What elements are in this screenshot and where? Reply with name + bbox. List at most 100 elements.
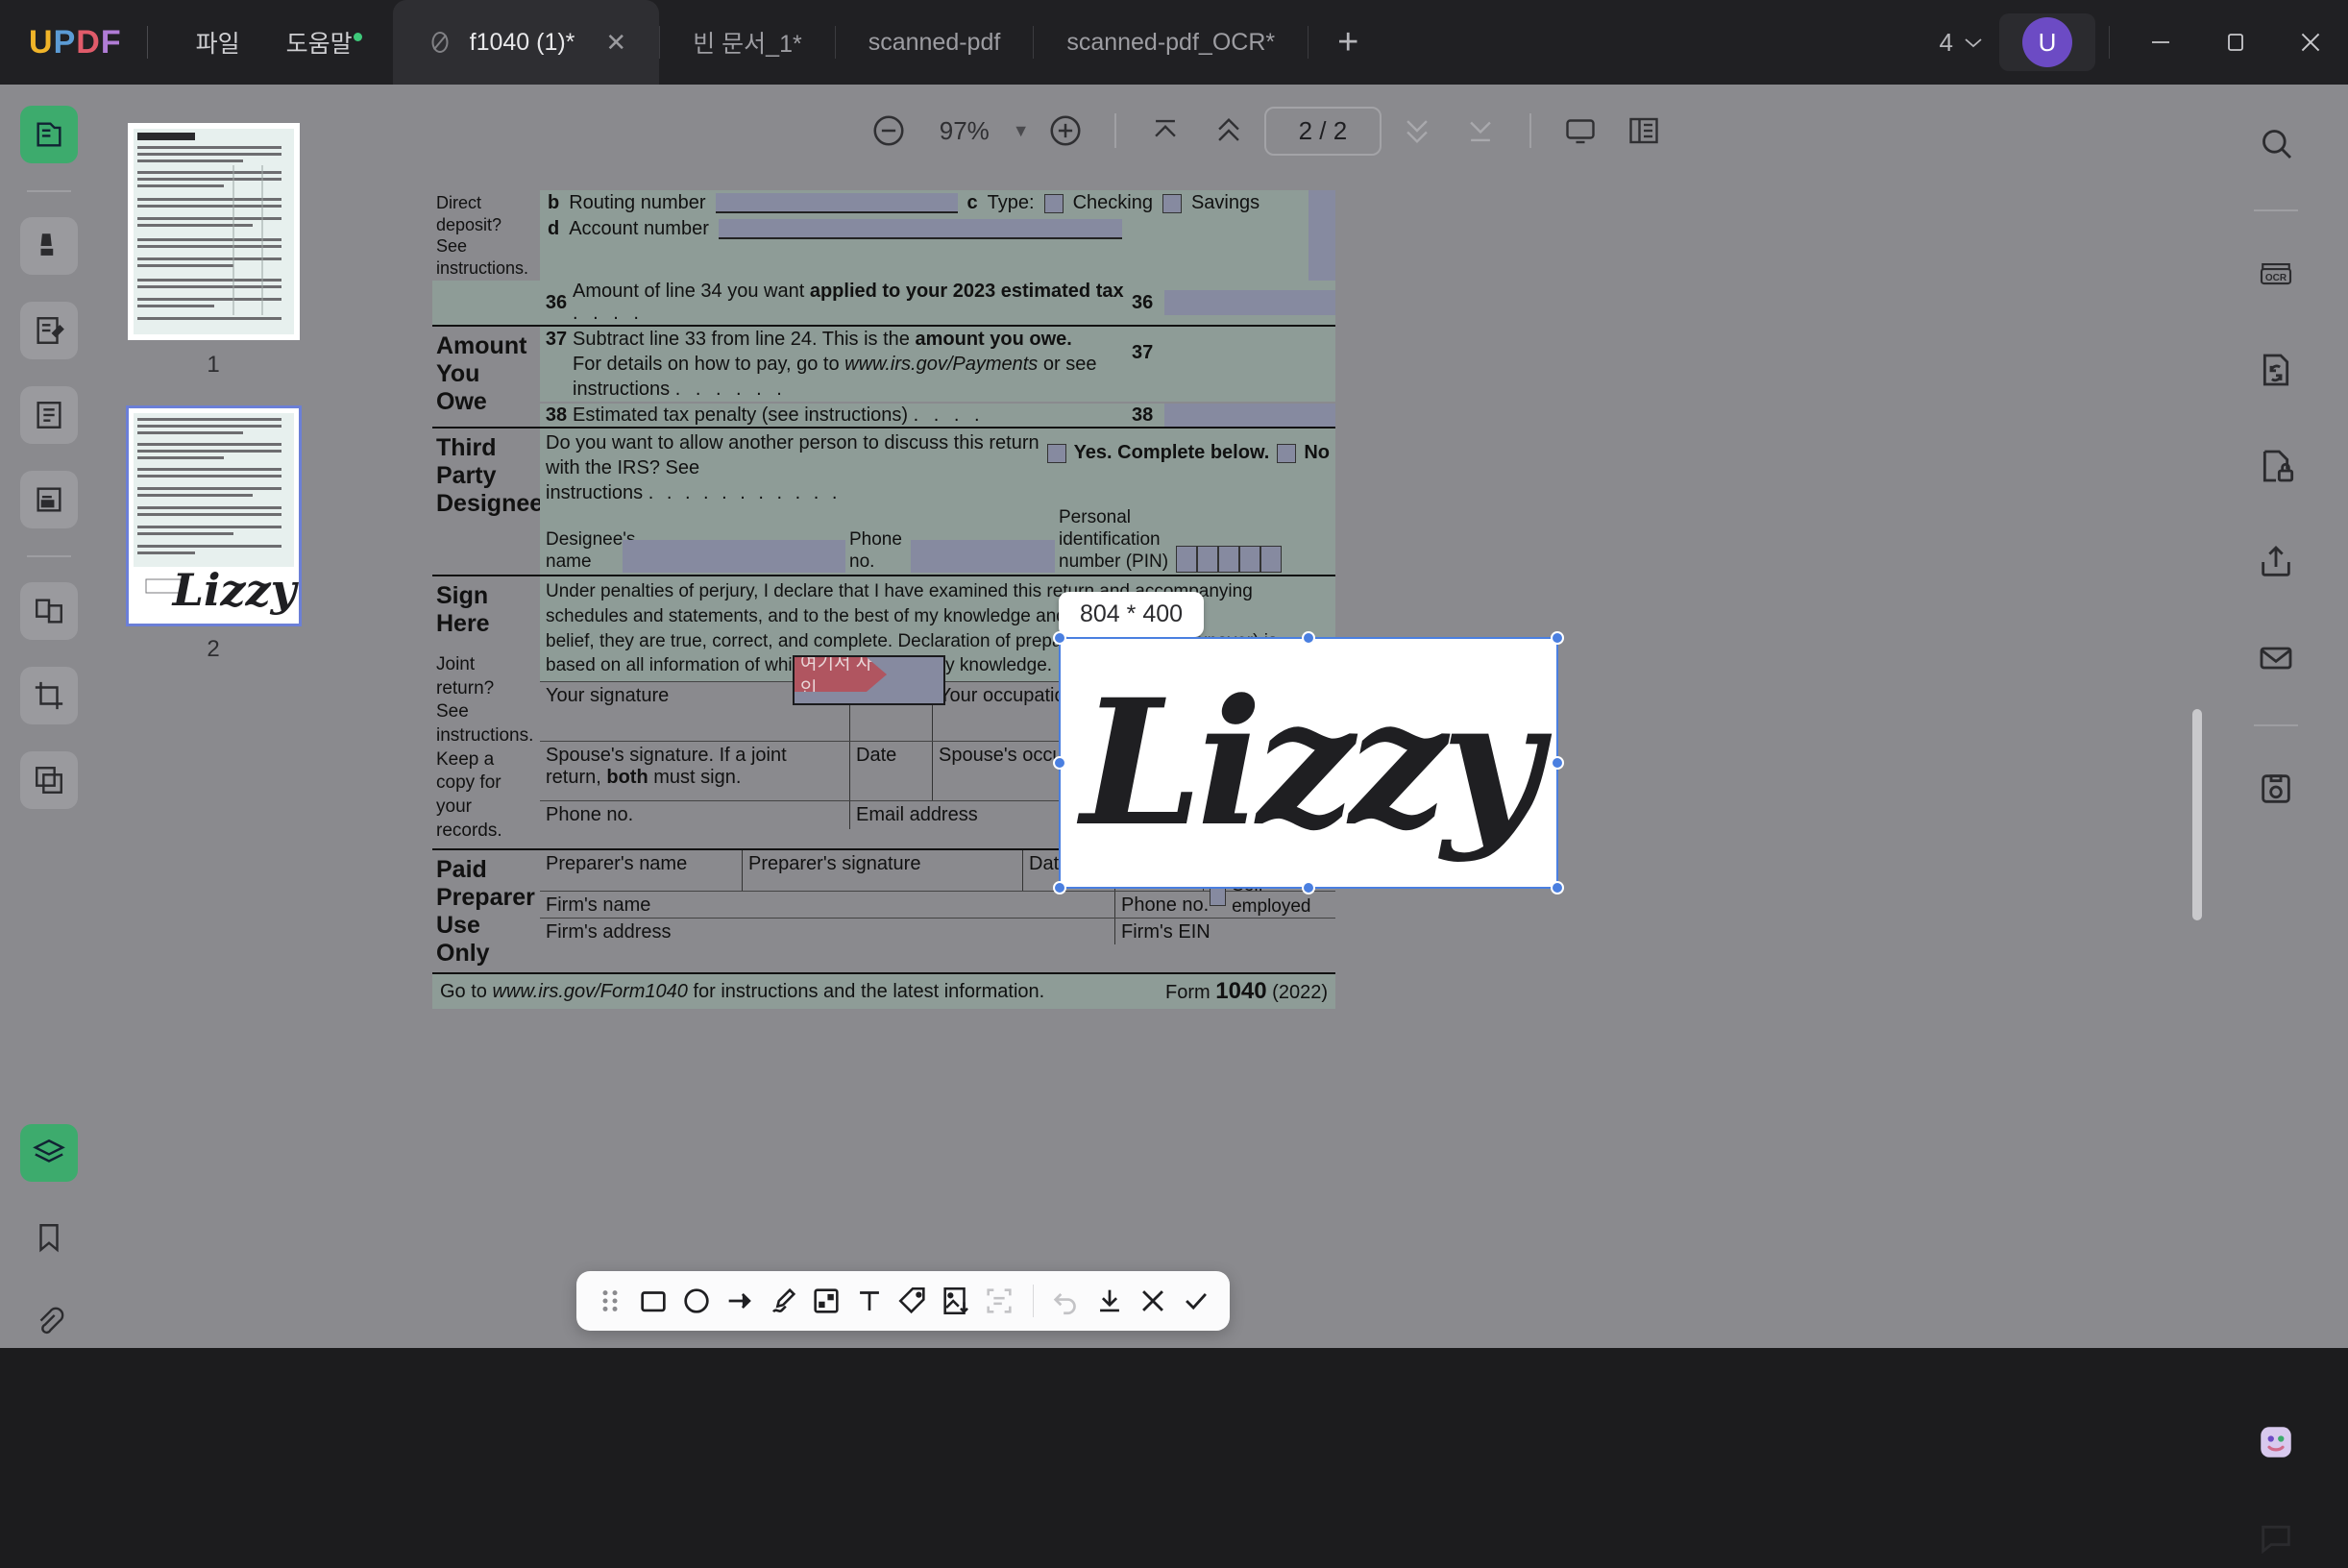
vertical-scrollbar[interactable] <box>2192 709 2202 920</box>
ai-assistant-icon[interactable] <box>2246 1412 2306 1472</box>
sidebar-item-layers[interactable] <box>20 1124 78 1182</box>
firm-name-field[interactable]: Firm's name <box>540 892 1114 918</box>
irs-form1040-link[interactable]: www.irs.gov/Form1040 <box>492 981 687 1002</box>
tab-close-icon[interactable]: ✕ <box>605 28 626 58</box>
comment-icon[interactable] <box>2246 1508 2306 1568</box>
arrow-icon[interactable] <box>720 1274 759 1328</box>
ocr-scan-icon[interactable] <box>980 1274 1019 1328</box>
thumbnail-page-2[interactable]: Lizzy <box>125 405 302 626</box>
pdf-file-icon <box>426 28 454 57</box>
firm-phone-field[interactable]: Phone no. <box>1114 892 1335 919</box>
sidebar-item-edit[interactable] <box>20 302 78 359</box>
share-icon[interactable] <box>2246 532 2306 592</box>
first-page-icon[interactable] <box>1137 103 1193 159</box>
zoom-in-icon[interactable] <box>1038 103 1093 159</box>
savings-label: Savings <box>1190 192 1260 213</box>
tab-count-dropdown[interactable]: 4 <box>1924 28 1999 58</box>
savings-checkbox[interactable] <box>1162 193 1182 213</box>
zoom-level-label[interactable]: 97% <box>924 116 1005 146</box>
third-party-yes-checkbox[interactable] <box>1046 443 1066 463</box>
signature-object[interactable]: Lizzy <box>1053 631 1564 894</box>
last-page-icon[interactable] <box>1453 103 1508 159</box>
rectangle-icon[interactable] <box>633 1274 673 1328</box>
taxpayer-phone-field[interactable]: Phone no. <box>540 801 849 829</box>
resize-handle-top-left[interactable] <box>1053 631 1066 645</box>
firm-ein-field[interactable]: Firm's EIN <box>1114 919 1335 945</box>
tag-icon[interactable] <box>893 1274 933 1328</box>
search-icon[interactable] <box>2246 113 2306 173</box>
firm-address-field[interactable]: Firm's address <box>540 919 1114 944</box>
signature-pen-icon[interactable] <box>763 1274 802 1328</box>
zoom-out-icon[interactable] <box>861 103 917 159</box>
sidebar-item-attachment[interactable] <box>20 1293 78 1351</box>
irs-payments-link[interactable]: www.irs.gov/Payments <box>844 354 1038 375</box>
confirm-icon[interactable] <box>1177 1274 1216 1328</box>
minimize-icon[interactable] <box>2123 0 2198 85</box>
designee-name-field[interactable] <box>623 540 845 574</box>
snapshot-icon[interactable] <box>2246 759 2306 819</box>
email-icon[interactable] <box>2246 628 2306 688</box>
designee-pin-field[interactable] <box>1176 546 1282 574</box>
menu-help[interactable]: 도움말 <box>263 25 376 60</box>
convert-icon[interactable] <box>2246 340 2306 400</box>
resize-handle-top-center[interactable] <box>1302 631 1315 645</box>
thumbnail-page-1[interactable] <box>125 121 302 342</box>
close-icon[interactable] <box>2273 0 2348 85</box>
resize-handle-middle-right[interactable] <box>1551 756 1564 770</box>
line-36-amount-field[interactable] <box>1164 290 1309 315</box>
routing-number-field[interactable] <box>715 193 958 213</box>
menu-file[interactable]: 파일 <box>173 25 263 60</box>
drag-handle-icon[interactable] <box>590 1274 629 1328</box>
previous-page-icon[interactable] <box>1201 103 1257 159</box>
checking-checkbox[interactable] <box>1043 193 1064 213</box>
sidebar-item-crop[interactable] <box>20 667 78 724</box>
preparer-name-field[interactable]: Preparer's name <box>540 850 742 891</box>
tab-blank-doc[interactable]: 빈 문서_1* <box>660 0 834 85</box>
page-indicator[interactable]: 2 / 2 <box>1263 106 1382 156</box>
sidebar-item-form[interactable] <box>20 471 78 528</box>
resize-handle-bottom-left[interactable] <box>1053 881 1066 894</box>
sign-here-field-widget[interactable]: 여기서 사인 <box>793 655 945 705</box>
sidebar-item-text-recognize[interactable] <box>20 386 78 444</box>
presentation-mode-icon[interactable] <box>1553 103 1608 159</box>
resize-handle-middle-left[interactable] <box>1053 756 1066 770</box>
spouse-signature-field[interactable]: Spouse's signature. If a joint return, b… <box>540 742 849 800</box>
image-insert-icon[interactable] <box>937 1274 976 1328</box>
new-tab-button[interactable]: + <box>1309 22 1387 63</box>
undo-icon[interactable] <box>1047 1274 1087 1328</box>
sidebar-item-page-organize[interactable] <box>20 582 78 640</box>
account-number-label: Account number <box>569 218 709 239</box>
download-icon[interactable] <box>1090 1274 1130 1328</box>
page-layout-icon[interactable] <box>1616 103 1672 159</box>
tab-scanned-pdf[interactable]: scanned-pdf <box>836 0 1034 85</box>
account-number-field[interactable] <box>718 219 1122 239</box>
sidebar-item-reader[interactable] <box>20 106 78 163</box>
resize-handle-bottom-right[interactable] <box>1551 881 1564 894</box>
sidebar-item-bookmark[interactable] <box>20 1209 78 1266</box>
preparer-signature-field[interactable]: Preparer's signature <box>742 850 1022 892</box>
pdf-page[interactable]: Direct deposit? See instructions. b Rout… <box>432 190 1335 1010</box>
ellipse-icon[interactable] <box>676 1274 716 1328</box>
sidebar-item-compare[interactable] <box>20 751 78 809</box>
zoom-dropdown-icon[interactable]: ▼ <box>1013 121 1030 141</box>
tab-f1040[interactable]: f1040 (1)* ✕ <box>392 0 660 85</box>
text-icon[interactable] <box>850 1274 890 1328</box>
designee-phone-field[interactable] <box>911 540 1055 574</box>
line-38-amount-field[interactable] <box>1164 404 1309 427</box>
close-icon[interactable] <box>1134 1274 1173 1328</box>
maximize-icon[interactable] <box>2198 0 2273 85</box>
svg-text:Lizzy: Lizzy <box>170 564 298 616</box>
spouse-date-field[interactable]: Date <box>849 741 932 800</box>
account-button[interactable]: U <box>1999 13 2095 71</box>
stamp-icon[interactable] <box>806 1274 845 1328</box>
tab-scanned-pdf-ocr[interactable]: scanned-pdf_OCR* <box>1034 0 1308 85</box>
third-party-yes-label: Yes. Complete below. <box>1073 442 1270 463</box>
protect-icon[interactable] <box>2246 436 2306 496</box>
resize-handle-top-right[interactable] <box>1551 631 1564 645</box>
third-party-no-checkbox[interactable] <box>1277 443 1297 463</box>
next-page-icon[interactable] <box>1389 103 1445 159</box>
firm-phone-label: Phone no. <box>1121 894 1210 917</box>
resize-handle-bottom-center[interactable] <box>1302 881 1315 894</box>
sidebar-item-markup[interactable] <box>20 217 78 275</box>
ocr-icon[interactable]: OCR <box>2246 244 2306 304</box>
